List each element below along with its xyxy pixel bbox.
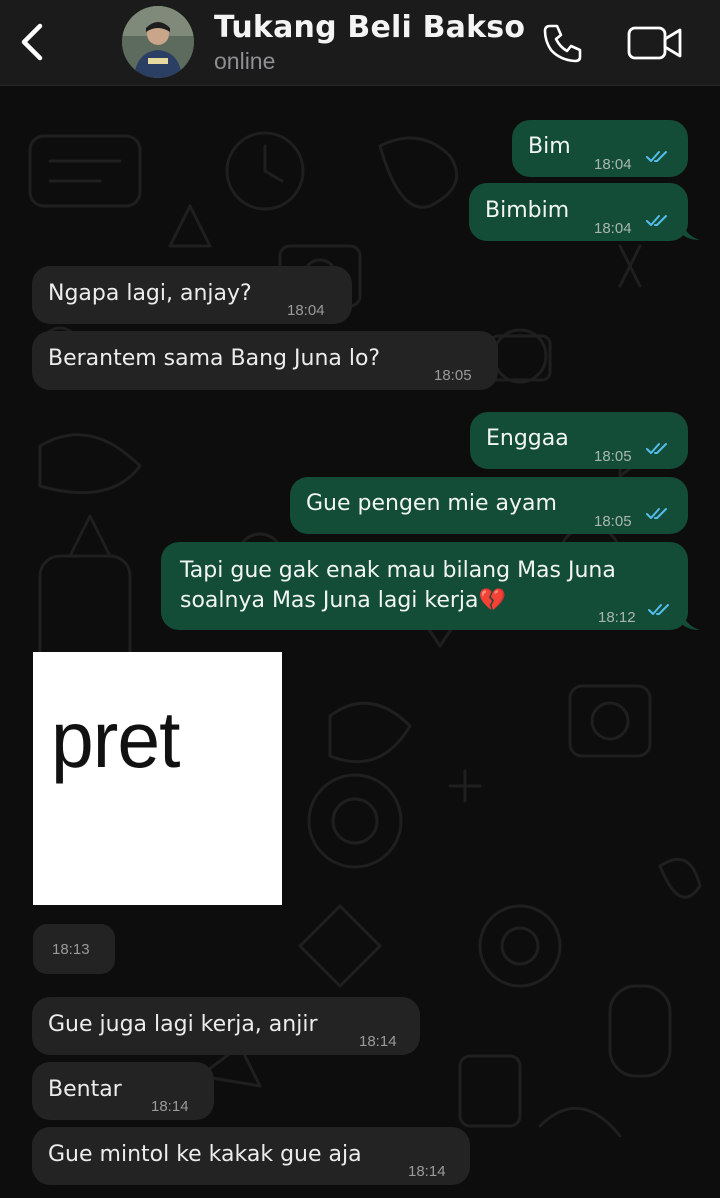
message-text: Bim	[528, 134, 571, 159]
image-timestamp-pill: 18:13	[33, 924, 115, 974]
read-receipt-icon	[646, 151, 667, 162]
message-time: 18:04	[594, 156, 632, 173]
message-text: Ngapa lagi, anjay?	[48, 281, 252, 306]
message-text-line: soalnya Mas Juna lagi kerja💔	[180, 588, 506, 613]
message-text: Enggaa	[486, 426, 569, 451]
avatar-photo	[122, 6, 194, 78]
message-time: 18:04	[594, 220, 632, 237]
message-text: Gue juga lagi kerja, anjir	[48, 1012, 318, 1037]
message-outgoing[interactable]: Tapi gue gak enak mau bilang Mas Juna so…	[161, 542, 688, 630]
message-time: 18:14	[408, 1163, 446, 1180]
read-receipt-icon	[648, 604, 669, 615]
message-time: 18:14	[359, 1033, 397, 1050]
message-time: 18:05	[434, 367, 472, 384]
image-message[interactable]: pret	[33, 652, 282, 905]
video-call-button[interactable]	[626, 22, 684, 64]
message-time: 18:04	[287, 302, 325, 319]
message-text: Gue pengen mie ayam	[306, 491, 557, 516]
contact-avatar[interactable]	[122, 6, 194, 78]
chevron-left-icon	[21, 23, 43, 61]
chat-header: Tukang Beli Bakso online	[0, 0, 720, 86]
bubble-tail	[682, 612, 700, 630]
voice-call-button[interactable]	[540, 20, 586, 66]
chat-area[interactable]: Bim 18:04 Bimbim 18:04 Ngapa lagi, anjay…	[0, 86, 720, 1198]
message-time: 18:13	[52, 941, 90, 958]
message-text: Bentar	[48, 1077, 122, 1102]
message-time: 18:05	[594, 513, 632, 530]
message-incoming[interactable]: Ngapa lagi, anjay? 18:04	[32, 266, 352, 324]
video-camera-icon	[627, 26, 682, 60]
message-text: Gue mintol ke kakak gue aja	[48, 1142, 362, 1167]
back-button[interactable]	[12, 20, 52, 64]
message-incoming[interactable]: Berantem sama Bang Juna lo? 18:05	[32, 331, 498, 390]
message-time: 18:12	[598, 609, 636, 626]
read-receipt-icon	[646, 443, 667, 454]
message-text: Berantem sama Bang Juna lo?	[48, 346, 381, 371]
message-text: Bimbim	[485, 198, 570, 223]
message-outgoing[interactable]: Enggaa 18:05	[470, 412, 688, 469]
contact-status: online	[214, 48, 276, 74]
read-receipt-icon	[646, 508, 667, 519]
message-time: 18:14	[151, 1098, 189, 1115]
contact-name[interactable]: Tukang Beli Bakso	[214, 10, 525, 45]
message-incoming[interactable]: Gue juga lagi kerja, anjir 18:14	[32, 997, 420, 1055]
message-outgoing[interactable]: Bimbim 18:04	[469, 183, 688, 241]
phone-icon	[543, 24, 582, 63]
message-outgoing[interactable]: Gue pengen mie ayam 18:05	[290, 477, 688, 534]
message-incoming[interactable]: Gue mintol ke kakak gue aja 18:14	[32, 1127, 470, 1185]
message-text-line: Tapi gue gak enak mau bilang Mas Juna	[180, 558, 616, 583]
image-text: pret	[51, 695, 180, 784]
message-incoming[interactable]: Bentar 18:14	[32, 1062, 214, 1120]
message-time: 18:05	[594, 448, 632, 465]
message-outgoing[interactable]: Bim 18:04	[512, 120, 688, 177]
bubble-tail	[682, 222, 700, 240]
read-receipt-icon	[646, 215, 667, 226]
